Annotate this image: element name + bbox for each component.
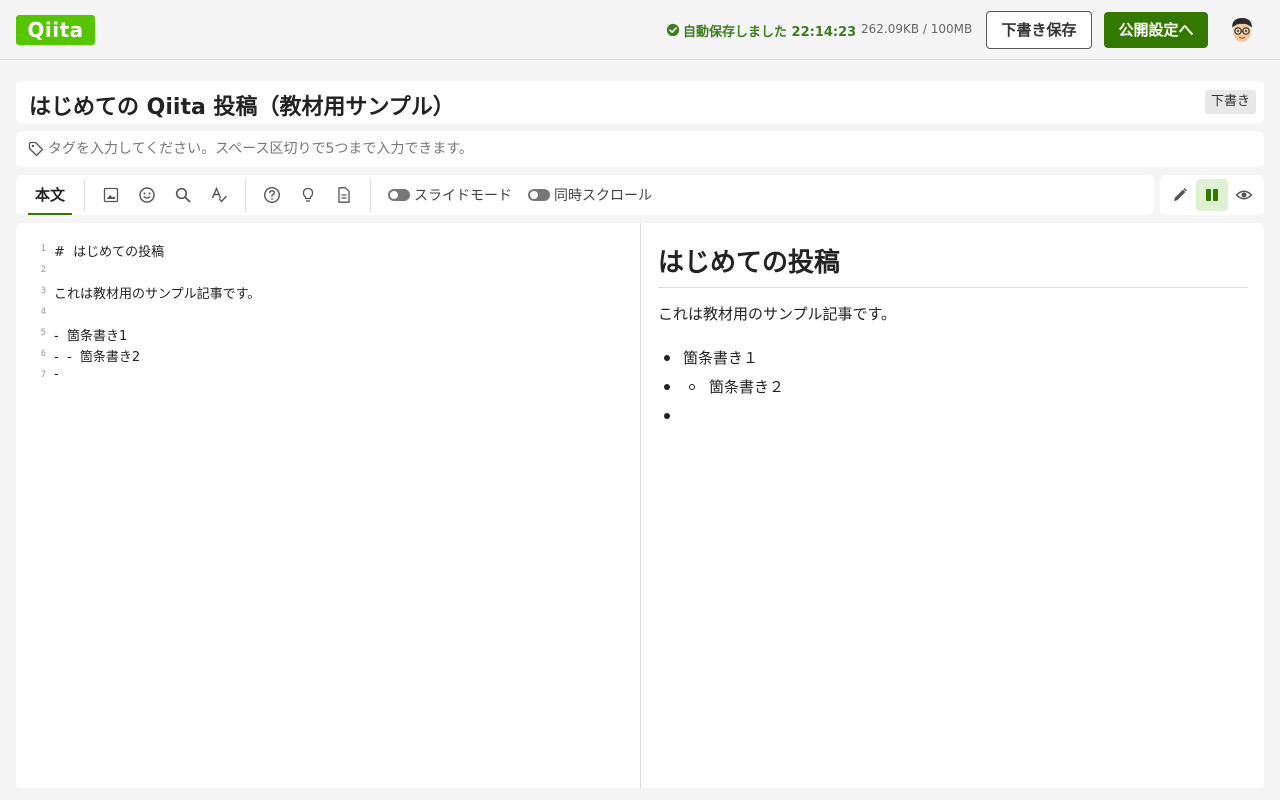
eye-icon [1235, 190, 1253, 200]
divider [245, 179, 246, 211]
tags-field [16, 131, 1264, 167]
line-number: 3 [40, 286, 46, 296]
tags-input[interactable] [48, 131, 1248, 167]
slide-mode-label: スライドモード [414, 188, 512, 204]
emoji-icon [139, 187, 155, 203]
template-button[interactable] [334, 185, 354, 205]
autosave-text: 自動保存しました 22:14:23 [683, 24, 857, 40]
slide-mode-toggle[interactable]: スライドモード [388, 187, 512, 204]
title-field[interactable]: はじめての Qiita 投稿（教材用サンプル） 下書き [16, 81, 1264, 123]
code-line[interactable]: 4 [16, 302, 636, 323]
pencil-icon [1174, 188, 1187, 201]
code-line[interactable]: 1 # はじめての投稿 [16, 239, 636, 260]
editor-toolbar: 本文 スライドモード 同時スクロール [16, 175, 1154, 215]
sync-scroll-toggle[interactable]: 同時スクロール [528, 187, 652, 204]
tag-icon [28, 141, 44, 157]
check-circle-icon [666, 23, 680, 37]
search-button[interactable] [173, 185, 193, 205]
pane-divider[interactable] [640, 223, 641, 788]
storage-usage: 262.09KB / 100MB [861, 22, 973, 36]
toggle-switch-icon[interactable] [388, 189, 410, 201]
line-number: 5 [40, 328, 46, 338]
sync-scroll-label: 同時スクロール [554, 188, 652, 204]
tab-body[interactable]: 本文 [28, 175, 72, 215]
line-text[interactable]: これは教材用のサンプル記事です。 [54, 283, 260, 302]
list-bullet [664, 384, 670, 390]
line-text[interactable]: - 箇条書き1 [54, 325, 127, 344]
publish-settings-button[interactable]: 公開設定へ [1104, 12, 1208, 48]
tips-button[interactable] [298, 185, 318, 205]
article-title[interactable]: はじめての Qiita 投稿（教材用サンプル） [29, 89, 455, 121]
code-line[interactable]: 2 [16, 260, 636, 281]
emoji-button[interactable] [137, 185, 157, 205]
preview-mode-button[interactable] [1228, 179, 1260, 211]
columns-icon [1206, 189, 1218, 201]
preview-list-item: 箇条書き１ [683, 349, 759, 367]
code-line[interactable]: 6 - - 箇条書き2 [16, 344, 636, 365]
divider [84, 179, 85, 211]
list-bullet [664, 355, 670, 361]
line-text[interactable]: - [54, 367, 59, 382]
list-bullet [664, 413, 670, 419]
divider [370, 179, 371, 211]
search-icon [175, 187, 191, 203]
help-icon [263, 186, 281, 204]
spellcheck-button[interactable] [209, 185, 229, 205]
split-mode-button[interactable] [1196, 179, 1228, 211]
help-button[interactable] [262, 185, 282, 205]
image-upload-button[interactable] [101, 185, 121, 205]
code-line[interactable]: 3 これは教材用のサンプル記事です。 [16, 281, 636, 302]
toggle-switch-icon[interactable] [528, 189, 550, 201]
preview-list-item: 箇条書き２ [709, 378, 785, 396]
preview-heading: はじめての投稿 [658, 242, 1248, 288]
list-sub-bullet [689, 384, 695, 390]
code-line[interactable]: 5 - 箇条書き1 [16, 323, 636, 344]
line-number: 2 [40, 265, 46, 275]
code-line[interactable]: 7- [16, 365, 636, 386]
lightbulb-icon [302, 187, 314, 202]
autosave-status: 自動保存しました 22:14:23 [666, 21, 857, 40]
status-badge: 下書き [1204, 90, 1256, 114]
preview-paragraph: これは教材用のサンプル記事です。 [658, 305, 897, 323]
line-number: 1 [40, 244, 46, 254]
user-avatar[interactable] [1226, 14, 1258, 46]
save-draft-button[interactable]: 下書き保存 [986, 11, 1092, 49]
qiita-logo[interactable]: Qiita [16, 15, 95, 45]
spellcheck-icon [211, 186, 227, 203]
markdown-editor[interactable]: 1 # はじめての投稿 2 3 これは教材用のサンプル記事です。 4 5 - 箇条書き… [16, 239, 636, 386]
line-number: 7 [40, 370, 46, 380]
document-icon [338, 187, 350, 203]
image-icon [103, 187, 119, 203]
line-text[interactable]: # はじめての投稿 [54, 241, 164, 260]
view-mode-bar [1160, 175, 1264, 215]
top-bar: Qiita 自動保存しました 22:14:23 262.09KB / 100MB… [0, 0, 1280, 60]
editor-area: 1 # はじめての投稿 2 3 これは教材用のサンプル記事です。 4 5 - 箇条書き… [16, 223, 1264, 788]
line-text[interactable]: - - 箇条書き2 [54, 346, 140, 365]
line-number: 6 [40, 349, 46, 359]
line-number: 4 [40, 307, 46, 317]
edit-mode-button[interactable] [1164, 179, 1196, 211]
